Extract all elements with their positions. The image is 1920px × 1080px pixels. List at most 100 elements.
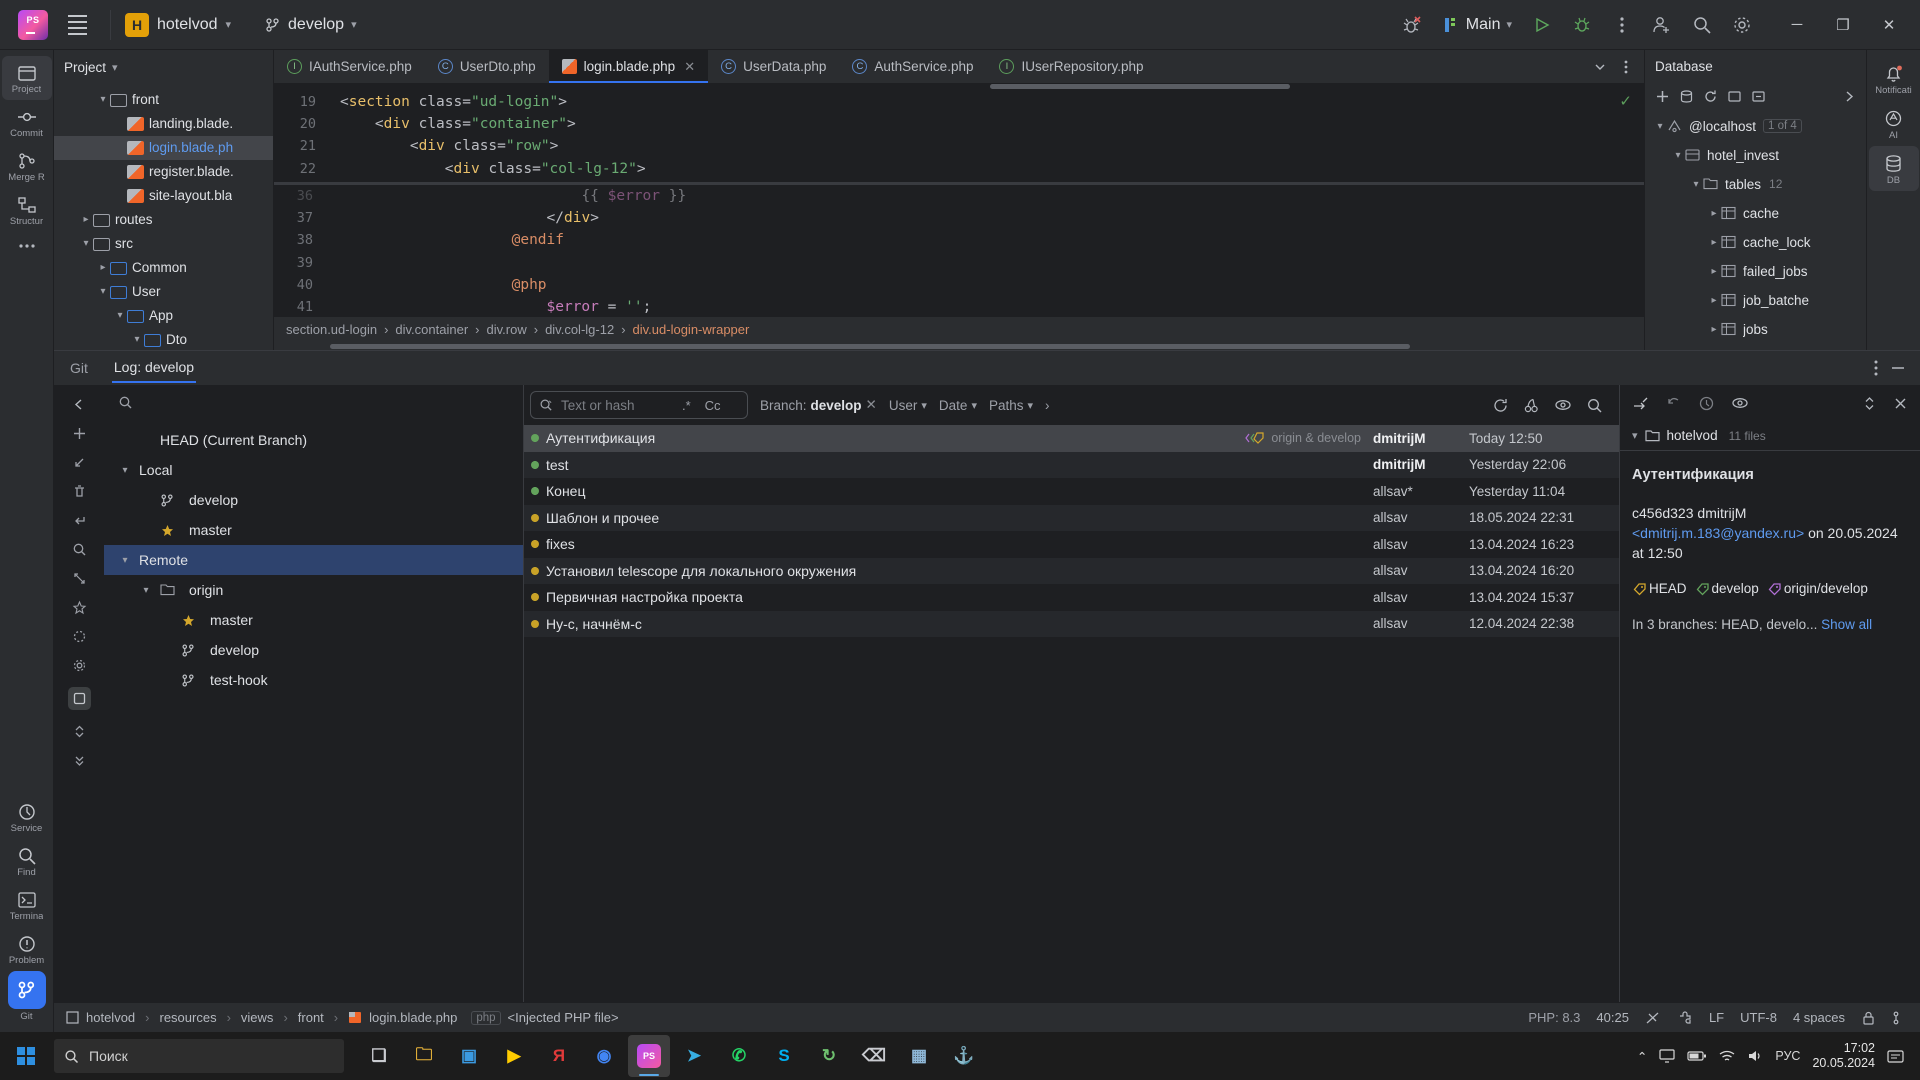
tree-item[interactable]: ▾ Dto [54,328,273,350]
code-line[interactable]: 22 <div class="col-lg-12"> [274,157,1644,179]
taskbar-app-task-view[interactable]: ❑ [358,1035,400,1077]
taskbar-app-yandex-music[interactable]: ▶ [493,1035,535,1077]
sidebar-item-more[interactable] [2,232,52,258]
bug-error-icon[interactable] [1394,7,1430,43]
editor-tab[interactable]: C UserDto.php [425,50,549,83]
status-path-0[interactable]: hotelvod [86,1010,135,1025]
tab-git[interactable]: Git [68,354,90,382]
editor-tab[interactable]: I IAuthService.php [274,50,425,83]
target-icon[interactable] [72,629,87,644]
chevron-right-icon[interactable]: ▸ [1707,295,1721,306]
branch-row[interactable]: develop [104,485,523,515]
db-tree-item[interactable]: ▾ hotel_invest [1645,141,1866,170]
settings-icon[interactable] [72,658,87,673]
branch-row[interactable]: ▾ Local [104,455,523,485]
collapse-left-icon[interactable] [72,397,87,412]
sidebar-item-structure[interactable]: Structur [2,188,52,232]
chevron-right-icon[interactable]: ▸ [96,262,110,273]
branch-row[interactable]: HEAD (Current Branch) [104,425,523,455]
chevron-down-icon[interactable]: ▾ [139,585,153,596]
breadcrumb[interactable]: section.ud-login › div.container › div.row › d… [274,316,1644,342]
expand-icon[interactable] [72,571,87,586]
hide-icon[interactable] [1890,360,1906,376]
chevron-down-icon[interactable]: ▾ [130,334,144,345]
close-button[interactable]: ✕ [1866,5,1912,45]
gear-icon[interactable] [1724,7,1760,43]
refresh-icon[interactable] [1492,397,1509,414]
project-selector[interactable]: H hotelvod ▾ [117,9,239,41]
tree-item[interactable]: ▸ Common [54,256,273,280]
breadcrumb-item[interactable]: div.row [487,322,527,337]
chevron-right-icon[interactable]: ▸ [1707,324,1721,335]
taskbar-app-whatsapp[interactable]: ✆ [718,1035,760,1077]
db-tree-item[interactable]: ▸ cache_lock [1645,228,1866,257]
project-tree[interactable]: ▾ front landing.blade. login.blade.ph regist… [54,86,273,350]
sidebar-item-problems[interactable]: Problem [2,927,52,971]
volume-icon[interactable] [1747,1049,1763,1063]
chevron-down-icon[interactable]: ▾ [1671,150,1685,161]
sidebar-item-notifications[interactable]: Notificati [1869,56,1919,101]
main-menu-icon[interactable] [60,8,94,42]
branch-row[interactable]: develop [104,635,523,665]
branch-row[interactable]: test-hook [104,665,523,695]
delete-icon[interactable] [72,484,87,499]
revert-icon[interactable] [1665,395,1682,412]
file-encoding[interactable]: UTF-8 [1740,1010,1777,1025]
add-icon[interactable] [1655,89,1670,104]
taskbar-app-skype[interactable]: S [763,1035,805,1077]
taskbar-app-file-explorer[interactable]: 🗀 [403,1035,445,1077]
close-icon[interactable]: ✕ [684,59,695,75]
code-line[interactable]: 40 @php [274,274,1644,296]
close-icon[interactable]: ✕ [866,397,877,413]
branch-row[interactable]: master [104,605,523,635]
line-separator[interactable]: LF [1709,1010,1724,1025]
branch-search-row[interactable] [104,385,523,419]
start-button[interactable] [6,1036,46,1076]
taskbar-app-phpstorm[interactable]: PS [628,1035,670,1077]
commit-row[interactable]: Аутентификация origin & develop dmitrijM To… [524,425,1619,452]
sidebar-item-ai[interactable]: AI [1869,101,1919,146]
tree-item[interactable]: register.blade. [54,160,273,184]
sidebar-item-project[interactable]: Project [1,56,52,100]
chevron-down-icon[interactable]: ▾ [1653,121,1667,132]
search-icon[interactable] [1684,7,1720,43]
code-editor[interactable]: 19 <section class="ud-login"> 20 <div clas… [274,84,1644,316]
commit-email[interactable]: <dmitrij.m.183@yandex.ru> [1632,525,1804,541]
add-icon[interactable] [72,426,87,441]
preview-icon[interactable] [1731,395,1749,412]
chevron-right-icon[interactable]: ▸ [1707,237,1721,248]
search-input[interactable] [561,397,671,413]
more-vertical-icon[interactable] [1614,55,1638,79]
caret-position[interactable]: 40:25 [1596,1010,1629,1025]
editor-tab[interactable]: I IUserRepository.php [986,50,1156,83]
star-icon[interactable] [72,600,87,615]
run-icon[interactable] [1524,7,1560,43]
taskbar-app-telegram[interactable]: ➤ [673,1035,715,1077]
branch-row[interactable]: master [104,515,523,545]
sidebar-item-git[interactable] [7,971,46,1009]
user-filter[interactable]: User ▾ [889,398,927,413]
sidebar-item-db[interactable]: DB [1868,146,1919,191]
notification-center-icon[interactable] [1887,1049,1904,1064]
commit-row[interactable]: Шаблон и прочее allsav 18.05.2024 22:31 [524,504,1619,531]
breadcrumb-item[interactable]: div.container [395,322,468,337]
status-path-1[interactable]: resources [160,1010,217,1025]
commit-list[interactable]: Аутентификация origin & develop dmitrijM To… [524,425,1619,1002]
sidebar-item-services[interactable]: Service [2,795,52,839]
search-icon[interactable] [72,542,87,557]
branch-list[interactable]: HEAD (Current Branch) ▾ Local develop master… [104,419,523,1002]
project-panel-header[interactable]: Project ▾ [54,50,273,86]
branch-row[interactable]: ▾ Remote [104,545,523,575]
sidebar-item-terminal[interactable]: Termina [2,883,52,927]
status-path-2[interactable]: views [241,1010,274,1025]
lock-icon[interactable] [1861,1010,1876,1026]
regex-toggle[interactable]: .* [679,398,694,413]
branch-filter[interactable]: Branch: develop ✕ [760,397,877,413]
show-all-link[interactable]: Show all [1821,617,1872,632]
inspection-status-icon[interactable]: ✓ [1619,92,1632,110]
maximize-button[interactable]: ❐ [1820,5,1866,45]
sidebar-item-find[interactable]: Find [2,839,52,883]
db-tree-item[interactable]: ▾ tables 12 [1645,170,1866,199]
sort-icon[interactable] [72,724,87,739]
tree-item[interactable]: site-layout.bla [54,184,273,208]
